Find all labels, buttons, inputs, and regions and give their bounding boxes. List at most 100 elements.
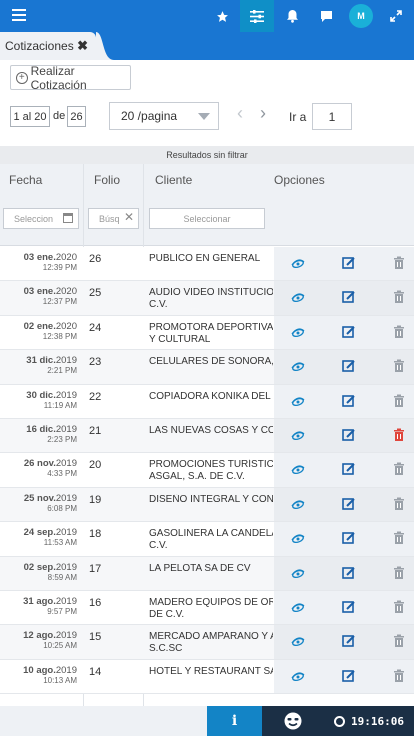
- eye-icon[interactable]: [291, 394, 305, 408]
- eye-icon[interactable]: [291, 669, 305, 683]
- client-filter-select[interactable]: Seleccionar: [149, 208, 265, 229]
- client-cell: GASOLINERA LA CANDELA C.V.: [149, 528, 273, 552]
- per-page-select[interactable]: 20 /pagina: [109, 102, 219, 130]
- eye-icon[interactable]: [291, 428, 305, 442]
- calendar-icon[interactable]: [63, 213, 73, 223]
- eye-icon[interactable]: [291, 462, 305, 476]
- trash-icon[interactable]: [392, 566, 406, 580]
- status-bar: i 19:16:06: [0, 706, 414, 736]
- header-folio[interactable]: Folio: [94, 173, 120, 187]
- date-year: 2019: [55, 664, 77, 676]
- goto-page-input[interactable]: 1: [312, 103, 352, 130]
- edit-icon[interactable]: [342, 634, 356, 648]
- trash-icon[interactable]: [392, 428, 406, 442]
- trash-icon[interactable]: [392, 256, 406, 270]
- goto-label: Ir a: [289, 110, 307, 124]
- eye-icon[interactable]: [291, 325, 305, 339]
- edit-icon[interactable]: [342, 290, 356, 304]
- edit-icon[interactable]: [342, 566, 356, 580]
- avatar[interactable]: M: [349, 4, 373, 28]
- date-year: 2019: [55, 561, 77, 573]
- edit-icon[interactable]: [342, 256, 356, 270]
- date-day: 10 ago.: [23, 664, 56, 676]
- trash-icon[interactable]: [392, 634, 406, 648]
- client-name-line: AUDIO VIDEO INSTITUCIONAL: [149, 287, 273, 299]
- eye-icon[interactable]: [291, 290, 305, 304]
- table-row[interactable]: 12 ago.2019 10:25 AM 15 MERCADO AMPARANO Y …: [0, 625, 414, 660]
- eye-icon[interactable]: [291, 566, 305, 580]
- close-icon[interactable]: ✖: [77, 38, 88, 54]
- client-cell: HOTEL Y RESTAURANT SA: [149, 666, 273, 678]
- date-time: 8:59 AM: [47, 572, 77, 582]
- table-row[interactable]: 26 nov.2019 4:33 PM 20 PROMOCIONES TURÍSTIC…: [0, 453, 414, 488]
- tab-corner: [96, 32, 114, 60]
- edit-icon[interactable]: [342, 325, 356, 339]
- table-row[interactable]: 03 ene.2020 12:37 PM 25 AUDIO VIDEO INSTITU…: [0, 281, 414, 316]
- date-year: 2019: [55, 630, 77, 642]
- eye-icon[interactable]: [291, 497, 305, 511]
- next-page-icon[interactable]: ›: [260, 103, 266, 124]
- table-row[interactable]: 10 ago.2019 10:13 AM 14 HOTEL Y RESTAURANT …: [0, 659, 414, 695]
- chevron-down-icon: [198, 113, 210, 120]
- header-cliente[interactable]: Cliente: [155, 173, 192, 187]
- client-cell: PROMOCIONES TURÍSTICASASGAL, S.A. DE C.V…: [149, 459, 273, 483]
- date-cell: 03 ene.2020 12:37 PM: [0, 281, 83, 314]
- trash-icon[interactable]: [392, 497, 406, 511]
- trash-icon[interactable]: [392, 394, 406, 408]
- edit-icon[interactable]: [342, 531, 356, 545]
- date-day: 31 ago.: [23, 596, 56, 607]
- new-quote-button[interactable]: + Realizar Cotización: [10, 63, 131, 92]
- edit-icon[interactable]: [342, 600, 356, 614]
- filter-status: Resultados sin filtrar: [0, 146, 414, 164]
- eye-icon[interactable]: [291, 359, 305, 373]
- date-cell: 25 nov.2019 6:08 PM: [0, 488, 83, 521]
- trash-icon[interactable]: [392, 325, 406, 339]
- chat-icon[interactable]: [311, 0, 341, 32]
- trash-icon[interactable]: [392, 669, 406, 683]
- bell-icon[interactable]: [277, 0, 307, 32]
- edit-icon[interactable]: [342, 359, 356, 373]
- table-row[interactable]: 31 ago.2019 9:57 PM 16 MADERO EQUIPOS DE OR…: [0, 591, 414, 626]
- menu-icon[interactable]: [12, 9, 26, 21]
- table-row[interactable]: 02 ene.2020 12:38 PM 24 PROMOTORA DEPORTIVA…: [0, 315, 414, 351]
- eye-icon[interactable]: [291, 600, 305, 614]
- expand-icon[interactable]: [381, 0, 411, 32]
- table-row[interactable]: 31 dic.2019 2:21 PM 23 CELULARES DE SONORA,…: [0, 350, 414, 385]
- edit-icon[interactable]: [342, 497, 356, 511]
- edit-icon[interactable]: [342, 428, 356, 442]
- tab-cotizaciones[interactable]: Cotizaciones ✖: [0, 32, 96, 60]
- trash-icon[interactable]: [392, 600, 406, 614]
- edit-icon[interactable]: [342, 394, 356, 408]
- table-row[interactable]: 30 dic.2019 11:19 AM 22 COPIADORA KONIKA DE…: [0, 384, 414, 419]
- trash-icon[interactable]: [392, 290, 406, 304]
- folio-cell: 18: [89, 528, 102, 541]
- trash-icon[interactable]: [392, 462, 406, 476]
- eye-icon[interactable]: [291, 256, 305, 270]
- info-button[interactable]: i: [207, 706, 262, 736]
- eye-icon[interactable]: [291, 634, 305, 648]
- star-icon[interactable]: [207, 0, 237, 32]
- clear-icon[interactable]: ✕: [124, 210, 134, 224]
- table-row[interactable]: 03 ene.2020 12:39 PM 26 Publico En General: [0, 247, 414, 282]
- table-row[interactable]: 24 sep.2019 11:53 AM 18 GASOLINERA LA CANDE…: [0, 522, 414, 557]
- folio-filter-input[interactable]: Búsq ✕: [88, 208, 139, 229]
- smiley-button[interactable]: [262, 706, 324, 736]
- trash-icon[interactable]: [392, 531, 406, 545]
- edit-icon[interactable]: [342, 669, 356, 683]
- tab-label: Cotizaciones: [5, 39, 74, 53]
- date-year: 2019: [55, 355, 77, 367]
- eye-icon[interactable]: [291, 531, 305, 545]
- table-row[interactable]: 16 dic.2019 2:23 PM 21 LAS NUEVAS COSAS Y C…: [0, 419, 414, 454]
- sliders-icon[interactable]: [240, 0, 274, 32]
- table-row[interactable]: 25 nov.2019 6:08 PM 19 DISEÑO INTEGRAL Y CO…: [0, 487, 414, 523]
- client-name-line: HOTEL Y RESTAURANT SA: [149, 665, 273, 677]
- prev-page-icon[interactable]: ‹: [237, 103, 243, 124]
- new-quote-label: Realizar Cotización: [30, 63, 87, 92]
- table-row[interactable]: 02 sep.2019 8:59 AM 17 LA PELOTA SA DE CV: [0, 556, 414, 591]
- trash-icon[interactable]: [392, 359, 406, 373]
- header-fecha[interactable]: Fecha: [9, 173, 42, 187]
- client-name-line: LAS NUEVAS COSAS Y COS: [149, 425, 273, 436]
- clock-time: 19:16:06: [351, 714, 404, 728]
- date-filter-input[interactable]: Seleccion: [3, 208, 79, 229]
- edit-icon[interactable]: [342, 462, 356, 476]
